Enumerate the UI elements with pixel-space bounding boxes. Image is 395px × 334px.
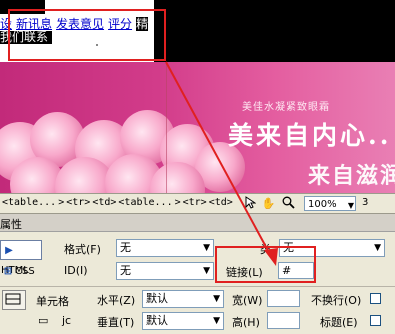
format-label: 格式(F) [64, 243, 101, 256]
chevron-down-icon: ▼ [213, 316, 220, 326]
tag-item[interactable]: <td> [92, 197, 116, 208]
horz-value: 默认 [146, 292, 168, 305]
html-mode-button[interactable]: ▶HTML [0, 240, 42, 276]
select-tool-icon[interactable] [243, 196, 258, 211]
id-value: 无 [120, 264, 131, 277]
chevron-down-icon: ▼ [213, 294, 220, 304]
banner-image: 美佳水凝紧致眼霜 美来自内心.. 来自滋润 [0, 62, 395, 193]
split-label: jc [62, 314, 72, 327]
chevron-down-icon: ▼ [203, 266, 210, 276]
zoom-select[interactable]: 100% ▼ [304, 196, 356, 211]
nowrap-label: 不换行(O) [311, 294, 362, 307]
tag-item[interactable]: <tr> [66, 197, 90, 208]
id-select[interactable]: 无 ▼ [116, 262, 214, 280]
zoom-value: 100% [308, 199, 337, 210]
zoom-tool-icon[interactable] [281, 196, 296, 211]
dark-region [154, 0, 395, 62]
highlight-box-nav [8, 9, 166, 61]
css-mode-button[interactable]: ⊞ CSS [0, 262, 42, 282]
split-cell-icon[interactable]: ▭ [38, 314, 48, 327]
window-size-readout: 3 [362, 197, 369, 208]
width-label: 宽(W) [232, 294, 263, 307]
properties-title: 属性 [0, 218, 22, 231]
tag-item[interactable]: <table... [118, 197, 172, 208]
properties-panel: ▶HTML ⊞ CSS 格式(F) 无 ▼ ID(I) 无 ▼ 类 无 ▼ 链接(… [0, 232, 395, 334]
css-mode-label: CSS [15, 266, 35, 277]
highlight-box-link [215, 246, 316, 283]
tag-path: <table... > <tr> <td> <table... > <tr> <td> [2, 197, 235, 208]
tag-item[interactable]: <td> [209, 197, 233, 208]
tag-selector-bar: <table... > <tr> <td> <table... > <tr> <td> ✋ 1… [0, 193, 395, 214]
banner-subtitle: 美佳水凝紧致眼霜 [242, 102, 330, 113]
tag-item[interactable]: <tr> [183, 197, 207, 208]
vert-label: 垂直(T) [97, 316, 135, 329]
chevron-down-icon: ▼ [374, 243, 381, 253]
horz-select[interactable]: 默认 ▼ [142, 290, 224, 308]
height-label: 高(H) [232, 316, 260, 329]
chevron-down-icon: ▼ [347, 201, 354, 210]
chevron-down-icon: ▼ [203, 243, 210, 253]
vert-select[interactable]: 默认 ▼ [142, 312, 224, 330]
cell-label: 单元格 [36, 295, 69, 308]
css-icon: ⊞ [3, 266, 13, 277]
nowrap-checkbox[interactable] [370, 293, 381, 304]
horz-label: 水平(Z) [97, 294, 136, 307]
panel-divider [0, 286, 395, 287]
tag-item[interactable]: <table... [2, 197, 56, 208]
header-label: 标题(E) [320, 316, 358, 329]
properties-panel-header[interactable]: 属性 [0, 214, 395, 232]
header-checkbox[interactable] [370, 315, 381, 326]
banner-title: 美来自内心.. [228, 121, 392, 150]
html-icon: ▶ [5, 245, 13, 256]
format-value: 无 [120, 241, 131, 254]
format-select[interactable]: 无 ▼ [116, 239, 214, 257]
vert-value: 默认 [146, 314, 168, 327]
height-input[interactable] [267, 312, 300, 329]
id-label: ID(I) [64, 264, 88, 277]
hand-tool-icon[interactable]: ✋ [261, 196, 276, 211]
width-input[interactable] [267, 290, 300, 307]
banner-title-second-line: 来自滋润 [308, 163, 395, 189]
tag-sep: > [58, 197, 65, 208]
table-cell-divider [166, 62, 167, 193]
design-view[interactable]: 设新讯息 发表意见 评分精 我们联系 美佳水凝紧致眼霜 美来自内心.. 来自滋润 [0, 0, 395, 193]
merge-cells-icon[interactable] [2, 290, 26, 310]
tag-sep: > [174, 197, 181, 208]
